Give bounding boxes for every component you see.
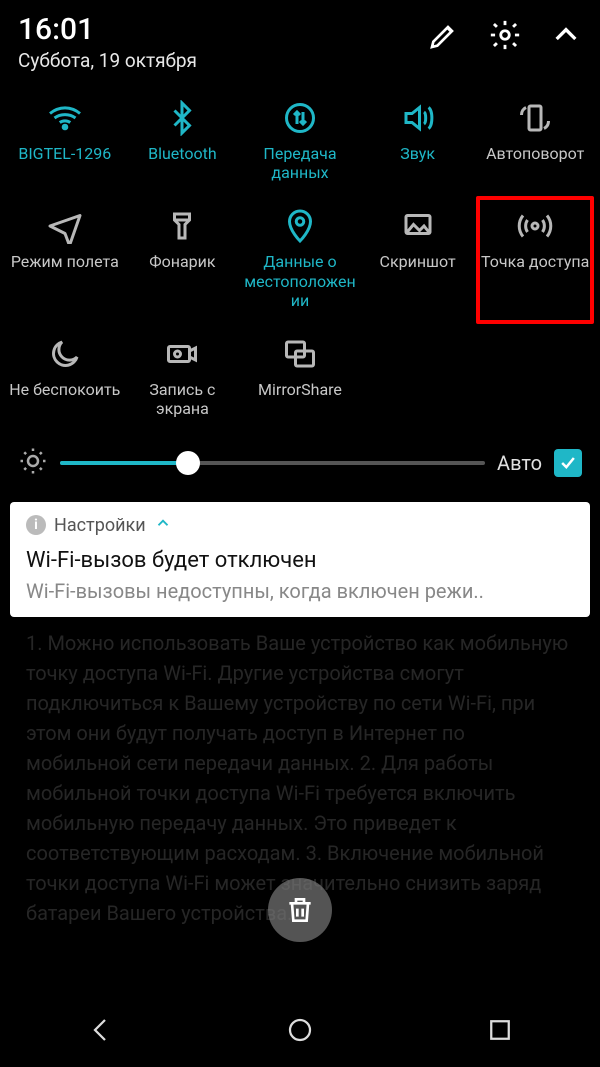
notification-card[interactable]: i Настройки Wi-Fi-вызов будет отключен W… (10, 502, 590, 617)
notification-body: Wi-Fi-вызовы недоступны, когда включен р… (26, 579, 574, 603)
nav-back-button[interactable] (85, 1015, 115, 1049)
clear-all-button[interactable] (268, 878, 332, 942)
sound-icon (400, 98, 436, 138)
tile-location[interactable]: Данные о местоположении (241, 196, 359, 324)
notification-title: Wi-Fi-вызов будет отключен (26, 548, 574, 573)
wifi-icon (47, 98, 83, 138)
clock: 16:01 (18, 12, 197, 47)
flashlight-icon (164, 206, 200, 246)
info-icon: i (26, 515, 46, 535)
tile-mobile-data[interactable]: Передача данных (241, 88, 359, 196)
mirrorshare-icon (282, 334, 318, 374)
tile-sound[interactable]: Звук (359, 88, 477, 196)
notification-app-name: Настройки (54, 515, 146, 536)
slider-thumb[interactable] (176, 451, 200, 475)
moon-icon (47, 334, 83, 374)
tile-dnd[interactable]: Не беспокоить (6, 324, 124, 432)
airplane-icon (47, 206, 83, 246)
navigation-bar (0, 997, 600, 1067)
data-transfer-icon (282, 98, 318, 138)
tile-mirrorshare[interactable]: MirrorShare (241, 324, 359, 432)
nav-home-button[interactable] (285, 1015, 315, 1049)
hotspot-icon (517, 206, 553, 246)
nav-recents-button[interactable] (485, 1015, 515, 1049)
tile-hotspot[interactable]: Точка доступа (476, 196, 594, 324)
collapse-chevron-icon[interactable] (550, 19, 582, 55)
tile-bluetooth[interactable]: Bluetooth (124, 88, 242, 196)
brightness-row: Авто (0, 432, 600, 496)
status-bar: 16:01 Суббота, 19 октября (0, 0, 600, 76)
tile-wifi[interactable]: BIGTEL-1296 (6, 88, 124, 196)
brightness-icon (18, 446, 48, 480)
location-icon (282, 206, 318, 246)
tile-autorotate[interactable]: Автоповорот (476, 88, 594, 196)
tile-screenrecord[interactable]: Запись с экрана (124, 324, 242, 432)
quick-settings-tiles: BIGTEL-1296 Bluetooth Передача данных Зв… (0, 76, 600, 432)
screenshot-icon (400, 206, 436, 246)
gear-icon[interactable] (488, 18, 522, 56)
auto-brightness-checkbox[interactable] (554, 449, 582, 477)
bluetooth-icon (164, 98, 200, 138)
tile-airplane[interactable]: Режим полета (6, 196, 124, 324)
chevron-up-icon[interactable] (154, 514, 172, 536)
auto-brightness-label: Авто (497, 451, 542, 475)
screen-record-icon (164, 334, 200, 374)
date: Суббота, 19 октября (18, 49, 197, 72)
autorotate-icon (517, 98, 553, 138)
edit-icon[interactable] (428, 19, 460, 55)
tile-screenshot[interactable]: Скриншот (359, 196, 477, 324)
tile-flashlight[interactable]: Фонарик (124, 196, 242, 324)
brightness-slider[interactable] (60, 461, 485, 465)
